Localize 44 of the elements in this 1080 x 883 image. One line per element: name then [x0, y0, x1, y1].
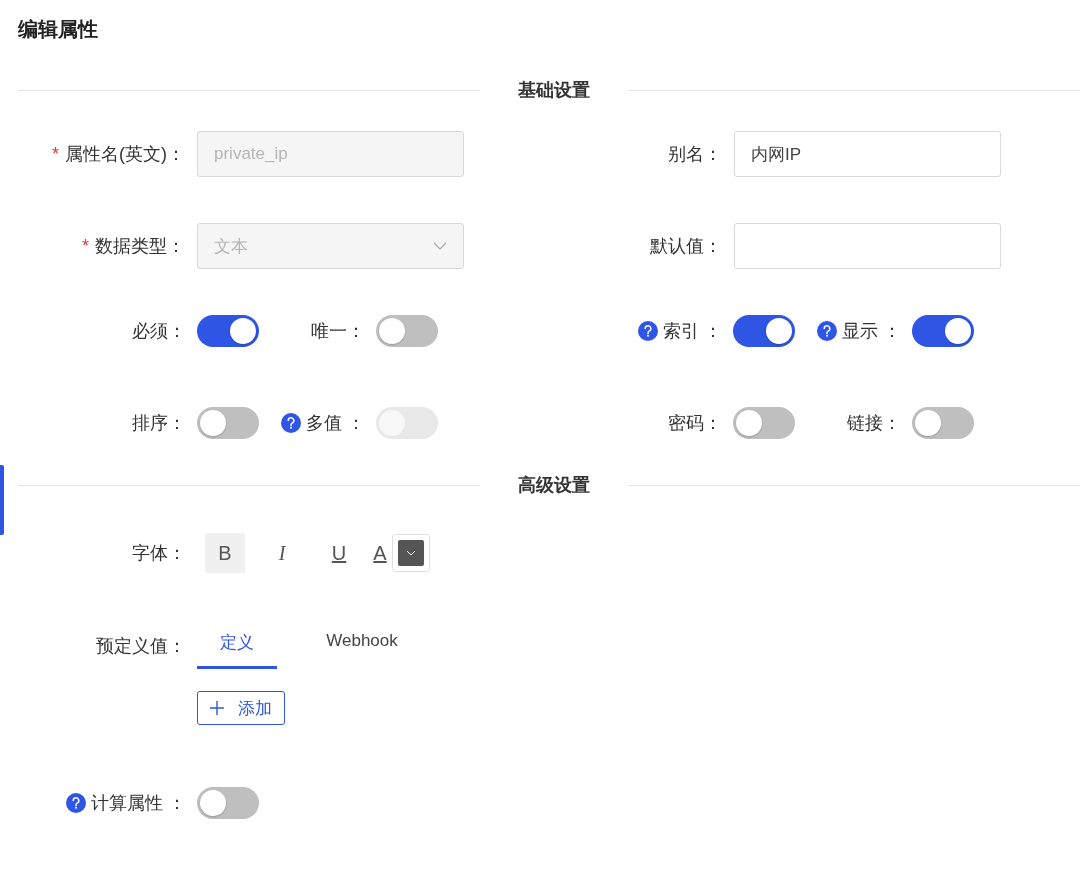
- help-icon[interactable]: [66, 793, 86, 813]
- required-mark: *: [52, 144, 59, 164]
- field-label: 别名：: [668, 144, 722, 164]
- input-field[interactable]: 内网IP: [734, 131, 1001, 177]
- input-field[interactable]: [734, 223, 1001, 269]
- toggle-switch[interactable]: [912, 315, 974, 347]
- chevron-down-icon: [433, 242, 447, 250]
- side-marker: [0, 465, 4, 535]
- tab[interactable]: Webhook: [322, 623, 402, 669]
- switch-label: 密码：: [668, 412, 722, 435]
- toggle-switch[interactable]: [733, 315, 795, 347]
- switch-label: 索引 ：: [663, 320, 722, 343]
- field-label: 默认值：: [650, 236, 722, 256]
- field-label: 字体：: [131, 542, 187, 565]
- help-icon[interactable]: [817, 321, 837, 341]
- underline-button[interactable]: U: [319, 533, 359, 573]
- required-mark: *: [82, 236, 89, 256]
- toggle-switch[interactable]: [376, 315, 438, 347]
- switch-label: 计算属性 ：: [91, 792, 186, 815]
- toggle-switch[interactable]: [197, 407, 259, 439]
- color-picker[interactable]: [392, 534, 430, 572]
- switch-label: 唯一：: [311, 320, 365, 343]
- field-label: 数据类型：: [95, 236, 185, 256]
- toggle-switch[interactable]: [197, 787, 259, 819]
- switch-label: 必须：: [132, 320, 186, 343]
- page-title: 编辑属性: [17, 17, 99, 42]
- plus-icon: [210, 701, 224, 715]
- italic-button[interactable]: I: [262, 533, 302, 573]
- field-label: 预定义值：: [95, 635, 187, 658]
- switch-label: 链接：: [847, 412, 901, 435]
- section-heading: 基础设置: [518, 79, 590, 102]
- bold-button[interactable]: B: [205, 533, 245, 573]
- text-color-button[interactable]: A: [368, 533, 392, 573]
- switch-label: 显示 ：: [842, 320, 901, 343]
- tab[interactable]: 定义: [197, 623, 277, 669]
- toggle-switch[interactable]: [733, 407, 795, 439]
- field-label: 属性名(英文)：: [65, 144, 185, 164]
- toggle-switch[interactable]: [912, 407, 974, 439]
- help-icon[interactable]: [638, 321, 658, 341]
- section-heading: 高级设置: [518, 474, 590, 497]
- add-button[interactable]: 添加: [197, 691, 285, 725]
- switch-label: 排序：: [132, 412, 186, 435]
- toggle-switch[interactable]: [197, 315, 259, 347]
- switch-label: 多值 ：: [306, 412, 365, 435]
